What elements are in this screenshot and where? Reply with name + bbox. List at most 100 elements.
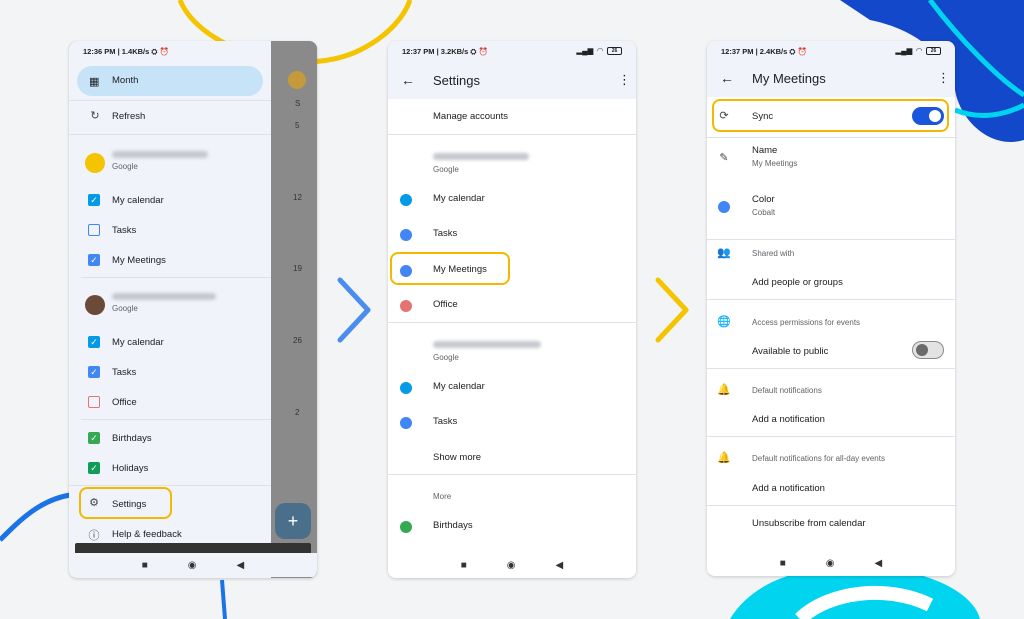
- home-circle-icon[interactable]: ◉: [826, 558, 835, 569]
- grid-icon: ▦: [89, 76, 100, 88]
- checkbox-checked-icon[interactable]: ✓: [88, 432, 100, 444]
- calendar-toggle-item[interactable]: ✓ Tasks: [69, 361, 271, 383]
- square-icon[interactable]: ■: [461, 560, 467, 571]
- app-bar: ← Settings ⋮: [388, 63, 636, 99]
- month-view-item[interactable]: ▦ Month: [77, 66, 263, 96]
- calendar-item[interactable]: My calendar: [433, 381, 485, 392]
- shared-with-label: Shared with: [752, 249, 795, 258]
- phone-calendar-settings-screen: 12:37 PM | 2.4KB/s ⛭ ⏰ ▂▄▆ ◠ 26 ← My Meeti…: [707, 41, 955, 576]
- refresh-icon: ↻: [90, 110, 100, 122]
- calendar-toggle-item[interactable]: ✓ Holidays: [69, 457, 271, 479]
- back-triangle-icon[interactable]: ◀: [237, 560, 245, 571]
- calendar-name: My Meetings: [112, 255, 166, 266]
- color-dot: [400, 229, 412, 241]
- divider: [707, 368, 955, 369]
- unsubscribe-item[interactable]: Unsubscribe from calendar: [752, 518, 866, 529]
- calendar-date: 2: [295, 408, 300, 417]
- back-triangle-icon[interactable]: ◀: [875, 558, 883, 569]
- signal-icon: ▂▄▆: [895, 46, 913, 55]
- square-icon[interactable]: ■: [142, 560, 148, 571]
- calendar-item[interactable]: Tasks: [433, 228, 457, 239]
- color-dot: [400, 521, 412, 533]
- color-dot: [400, 382, 412, 394]
- account-email-blurred: [433, 153, 529, 160]
- manage-accounts-item[interactable]: Manage accounts: [433, 111, 508, 122]
- public-toggle[interactable]: [912, 341, 944, 359]
- calendar-name: Birthdays: [112, 433, 152, 444]
- blue-wave-left: [0, 492, 71, 542]
- signal-icon: ▂▄▆: [576, 46, 594, 55]
- account-email-blurred: [433, 341, 541, 348]
- calendar-name: Office: [112, 397, 137, 408]
- home-circle-icon[interactable]: ◉: [507, 560, 516, 571]
- divider: [388, 322, 636, 323]
- checkbox-unchecked-icon[interactable]: [88, 396, 100, 408]
- divider: [81, 419, 271, 420]
- calendar-item[interactable]: Tasks: [433, 416, 457, 427]
- name-label: Name: [752, 145, 778, 156]
- add-notification-item[interactable]: Add a notification: [752, 483, 825, 494]
- globe-icon: 🌐: [717, 316, 731, 328]
- status-time: 12:36 PM | 1.4KB/s ⛭ ⏰: [83, 47, 169, 56]
- fab-add-button[interactable]: +: [275, 503, 311, 539]
- system-nav-bar: ■ ◉ ◀: [707, 551, 955, 575]
- add-people-item[interactable]: Add people or groups: [752, 277, 843, 288]
- calendar-toggle-item[interactable]: Tasks: [69, 219, 271, 241]
- checkbox-checked-icon[interactable]: ✓: [88, 336, 100, 348]
- wifi-icon: ◠: [916, 46, 922, 55]
- account-email-blurred: [112, 293, 216, 300]
- calendar-toggle-item[interactable]: ✓ My Meetings: [69, 249, 271, 271]
- refresh-label: Refresh: [112, 111, 146, 122]
- default-notifications-label: Default notifications: [752, 386, 822, 395]
- square-icon[interactable]: ■: [780, 558, 786, 569]
- calendar-avatar[interactable]: [288, 71, 306, 89]
- calendar-toggle-item[interactable]: Office: [69, 391, 271, 413]
- bell-icon: 🔔: [717, 384, 731, 396]
- phone-drawer-screen: S 5 12 19 26 2 + 12:36 PM | 1.4KB/s ⛭ ⏰ …: [69, 41, 317, 578]
- status-bar: 12:36 PM | 1.4KB/s ⛭ ⏰: [69, 41, 317, 63]
- back-triangle-icon[interactable]: ◀: [556, 560, 564, 571]
- calendar-name: Tasks: [112, 225, 137, 236]
- color-row[interactable]: Color Cobalt: [707, 189, 955, 233]
- allday-notifications-label: Default notifications for all-day events: [752, 454, 885, 463]
- calendar-day-header: S: [295, 99, 301, 108]
- checkbox-checked-icon[interactable]: ✓: [88, 366, 100, 378]
- color-dot: [400, 194, 412, 206]
- calendar-date: 26: [293, 336, 302, 345]
- calendar-item[interactable]: Office: [433, 299, 458, 310]
- more-vert-icon[interactable]: ⋮: [937, 70, 950, 86]
- calendar-toggle-item[interactable]: ✓ My calendar: [69, 189, 271, 211]
- calendar-item[interactable]: My calendar: [433, 193, 485, 204]
- calendar-item[interactable]: Birthdays: [433, 520, 473, 531]
- calendar-name: My calendar: [112, 195, 164, 206]
- color-dot: [400, 417, 412, 429]
- checkbox-checked-icon[interactable]: ✓: [88, 462, 100, 474]
- show-more-item[interactable]: Show more: [433, 452, 481, 463]
- calendar-name: Holidays: [112, 463, 149, 474]
- battery-icon: 26: [926, 46, 941, 55]
- my-meetings-highlight: [390, 252, 510, 285]
- add-notification-item[interactable]: Add a notification: [752, 414, 825, 425]
- color-value: Cobalt: [752, 208, 776, 217]
- people-icon: 👥: [717, 247, 731, 259]
- settings-highlight: [79, 487, 172, 519]
- calendar-toggle-item[interactable]: ✓ Birthdays: [69, 427, 271, 449]
- calendar-name: Tasks: [112, 367, 137, 378]
- name-row[interactable]: ✎ Name My Meetings: [707, 139, 955, 183]
- edit-icon: ✎: [719, 152, 729, 164]
- checkbox-checked-icon[interactable]: ✓: [88, 254, 100, 266]
- refresh-item[interactable]: ↻ Refresh: [69, 103, 271, 129]
- access-permissions-label: Access permissions for events: [752, 318, 861, 327]
- calendar-toggle-item[interactable]: ✓ My calendar: [69, 331, 271, 353]
- home-circle-icon[interactable]: ◉: [188, 560, 197, 571]
- checkbox-checked-icon[interactable]: ✓: [88, 194, 100, 206]
- checkbox-unchecked-icon[interactable]: [88, 224, 100, 236]
- more-vert-icon[interactable]: ⋮: [618, 72, 631, 88]
- calendar-settings-list: ⟳ Sync ✎ Name My Meetings Color Cobalt 👥…: [707, 97, 955, 576]
- back-arrow-icon[interactable]: ←: [720, 70, 734, 86]
- status-time: 12:37 PM | 3.2KB/s ⛭ ⏰: [402, 47, 488, 56]
- navigation-drawer: 12:36 PM | 1.4KB/s ⛭ ⏰ ▦ Month ↻ Refresh…: [69, 41, 271, 578]
- back-arrow-icon[interactable]: ←: [401, 72, 415, 88]
- help-item[interactable]: ⓘ Help & feedback: [69, 523, 271, 545]
- available-public-label: Available to public: [752, 346, 829, 357]
